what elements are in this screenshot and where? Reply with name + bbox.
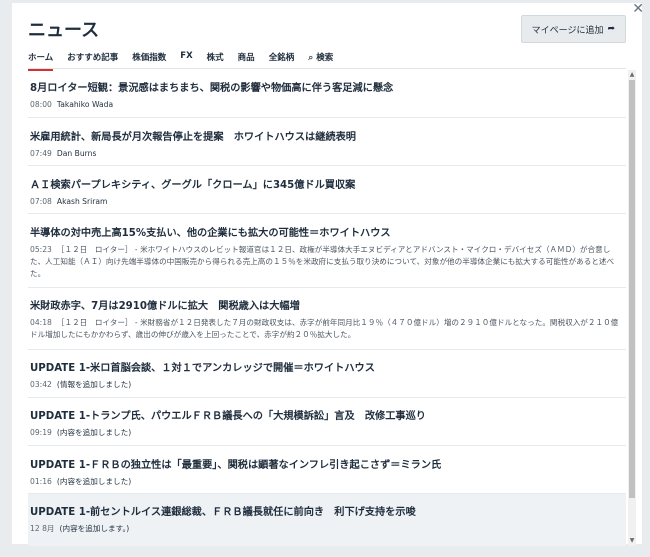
news-item[interactable]: UPDATE 1-前セントルイス連銀総裁、ＦＲＢ議長就任に前向き 利下げ支持を示… bbox=[28, 494, 626, 546]
tab-commodities[interactable]: 商品 bbox=[238, 46, 255, 69]
news-time: 07:08 bbox=[30, 197, 52, 206]
news-byline: Akash Sriram bbox=[56, 197, 108, 206]
news-panel: ニュース マイページに追加 ➦ ホーム おすすめ記事 株価指数 FX 株式 商品… bbox=[12, 3, 642, 546]
news-title[interactable]: 半導体の対中売上高15%支払い、他の企業にも拡大の可能性＝ホワイトハウス bbox=[30, 224, 624, 239]
tab-fx[interactable]: FX bbox=[180, 46, 192, 67]
tab-all-symbols[interactable]: 全銘柄 bbox=[269, 46, 295, 69]
news-time: 09:19 bbox=[30, 428, 52, 437]
add-to-mypage-label: マイページに追加 bbox=[531, 25, 604, 36]
news-time: 01:16 bbox=[30, 477, 52, 486]
news-time: 07:49 bbox=[30, 149, 52, 158]
news-time: 08:00 bbox=[30, 100, 52, 109]
page-title: ニュース bbox=[28, 20, 100, 41]
news-item[interactable]: ＡＩ検索パープレキシティ、グーグル「クローム」に345億ドル買収案 07:08 A… bbox=[28, 166, 626, 214]
vertical-scrollbar[interactable]: ▲ ▼ bbox=[628, 70, 636, 546]
news-byline: (情報を追加しました) bbox=[56, 380, 132, 389]
news-item[interactable]: UPDATE 1-ＦＲＢの独立性は「最重要」、関税は顕著なインフレ引き起こさず＝… bbox=[28, 446, 626, 494]
news-item[interactable]: 半導体の対中売上高15%支払い、他の企業にも拡大の可能性＝ホワイトハウス 05:… bbox=[28, 214, 626, 288]
news-time: 05:23 bbox=[30, 245, 52, 254]
news-byline: Takahiko Wada bbox=[56, 100, 114, 109]
tab-bar: ホーム おすすめ記事 株価指数 FX 株式 商品 全銘柄 ⌕ 検索 bbox=[28, 46, 626, 71]
news-time: 04:18 bbox=[30, 318, 52, 327]
news-item[interactable]: 米雇用統計、新局長が月次報告停止を提案 ホワイトハウスは継続表明 07:49 Da… bbox=[28, 118, 626, 166]
search-icon: ⌕ bbox=[308, 53, 314, 63]
scrollbar-thumb[interactable] bbox=[629, 80, 635, 498]
news-title[interactable]: UPDATE 1-トランプ氏、パウエルＦＲＢ議長への「大規模訴訟」言及 改修工事… bbox=[30, 407, 624, 422]
news-summary: ［１２日 ロイター］ - 米財務省が１２日発表した７月の財政収支は、赤字が前年同… bbox=[30, 318, 619, 340]
news-title[interactable]: 米雇用統計、新局長が月次報告停止を提案 ホワイトハウスは継続表明 bbox=[30, 128, 624, 143]
news-summary: ［１２日 ロイター］ - 米ホワイトハウスのレビット報道官は１２日、政権が半導体… bbox=[30, 245, 615, 279]
news-byline: (内容を追加しました) bbox=[56, 428, 132, 437]
news-title[interactable]: 米財政赤字、7月は2910億ドルに拡大 関税歳入は大幅増 bbox=[30, 297, 624, 312]
news-title[interactable]: 8月ロイター短観：景況感はまちまち、関税の影響や物価高に伴う客足減に懸念 bbox=[30, 79, 624, 94]
news-item[interactable]: UPDATE 1-米ロ首脳会談、１対１でアンカレッジで開催＝ホワイトハウス 03… bbox=[28, 350, 626, 398]
news-title[interactable]: UPDATE 1-前セントルイス連銀総裁、ＦＲＢ議長就任に前向き 利下げ支持を示… bbox=[30, 503, 624, 518]
close-icon[interactable]: ✕ bbox=[632, 2, 644, 16]
scroll-down-arrow-icon[interactable]: ▼ bbox=[628, 536, 636, 546]
news-time: 12 8月 bbox=[30, 524, 55, 533]
tab-stocks[interactable]: 株式 bbox=[207, 46, 224, 69]
share-arrow-icon: ➦ bbox=[607, 24, 615, 34]
tab-home[interactable]: ホーム bbox=[28, 46, 54, 71]
news-byline: (内容を追加します。) bbox=[59, 524, 130, 533]
tab-stock-index[interactable]: 株価指数 bbox=[132, 46, 166, 69]
news-item[interactable]: 米財政赤字、7月は2910億ドルに拡大 関税歳入は大幅増 04:18 ［１２日 ロ… bbox=[28, 288, 626, 350]
news-item[interactable]: UPDATE 1-トランプ氏、パウエルＦＲＢ議長への「大規模訴訟」言及 改修工事… bbox=[28, 398, 626, 446]
news-byline: (内容を追加しました) bbox=[56, 477, 132, 486]
add-to-mypage-button[interactable]: マイページに追加 ➦ bbox=[520, 15, 626, 43]
tab-recommended[interactable]: おすすめ記事 bbox=[67, 46, 118, 69]
news-item[interactable]: 8月ロイター短観：景況感はまちまち、関税の影響や物価高に伴う客足減に懸念 08:… bbox=[28, 70, 626, 118]
news-title[interactable]: ＡＩ検索パープレキシティ、グーグル「クローム」に345億ドル買収案 bbox=[30, 176, 624, 191]
news-list: 8月ロイター短観：景況感はまちまち、関税の影響や物価高に伴う客足減に懸念 08:… bbox=[28, 70, 626, 546]
scroll-up-arrow-icon[interactable]: ▲ bbox=[628, 70, 636, 80]
tab-search[interactable]: ⌕ 検索 bbox=[308, 46, 333, 69]
news-time: 03:42 bbox=[30, 380, 52, 389]
news-title[interactable]: UPDATE 1-米ロ首脳会談、１対１でアンカレッジで開催＝ホワイトハウス bbox=[30, 359, 624, 374]
news-byline: Dan Burns bbox=[56, 149, 97, 158]
news-title[interactable]: UPDATE 1-ＦＲＢの独立性は「最重要」、関税は顕著なインフレ引き起こさず＝… bbox=[30, 456, 624, 471]
